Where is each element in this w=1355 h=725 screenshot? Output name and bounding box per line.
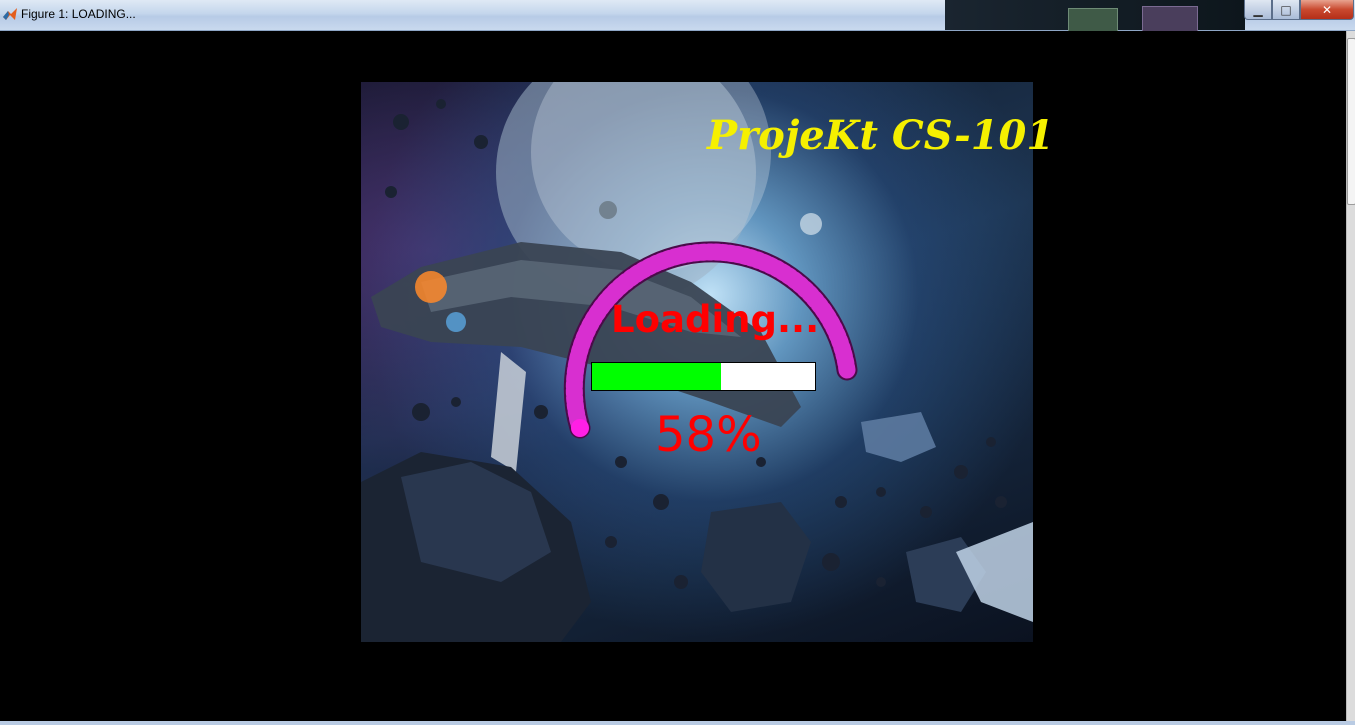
minimize-button[interactable]: ▁ [1244, 0, 1272, 20]
window-title: Figure 1: LOADING... [21, 7, 136, 21]
progress-percent: 58% [655, 407, 762, 463]
maximize-button[interactable]: □ [1272, 0, 1300, 20]
progress-bar [591, 362, 816, 391]
minimize-icon: ▁ [1253, 2, 1263, 17]
matlab-icon [3, 8, 17, 20]
loading-label: Loading... [611, 298, 820, 341]
scrollbar-thumb[interactable] [1347, 38, 1355, 205]
project-title: ProjeKt CS-101 [707, 112, 1055, 159]
taskbar-thumbnail [1068, 8, 1118, 32]
window-controls: ▁ □ ✕ [1244, 0, 1354, 20]
close-icon: ✕ [1321, 2, 1333, 17]
close-button[interactable]: ✕ [1300, 0, 1354, 20]
window-titlebar[interactable]: Figure 1: LOADING... ▁ □ ✕ [0, 0, 1355, 32]
window-frame-bottom [0, 721, 1355, 725]
progress-bar-fill [592, 363, 722, 390]
maximize-icon: □ [1280, 2, 1292, 17]
taskbar-thumbnail [1142, 6, 1198, 32]
